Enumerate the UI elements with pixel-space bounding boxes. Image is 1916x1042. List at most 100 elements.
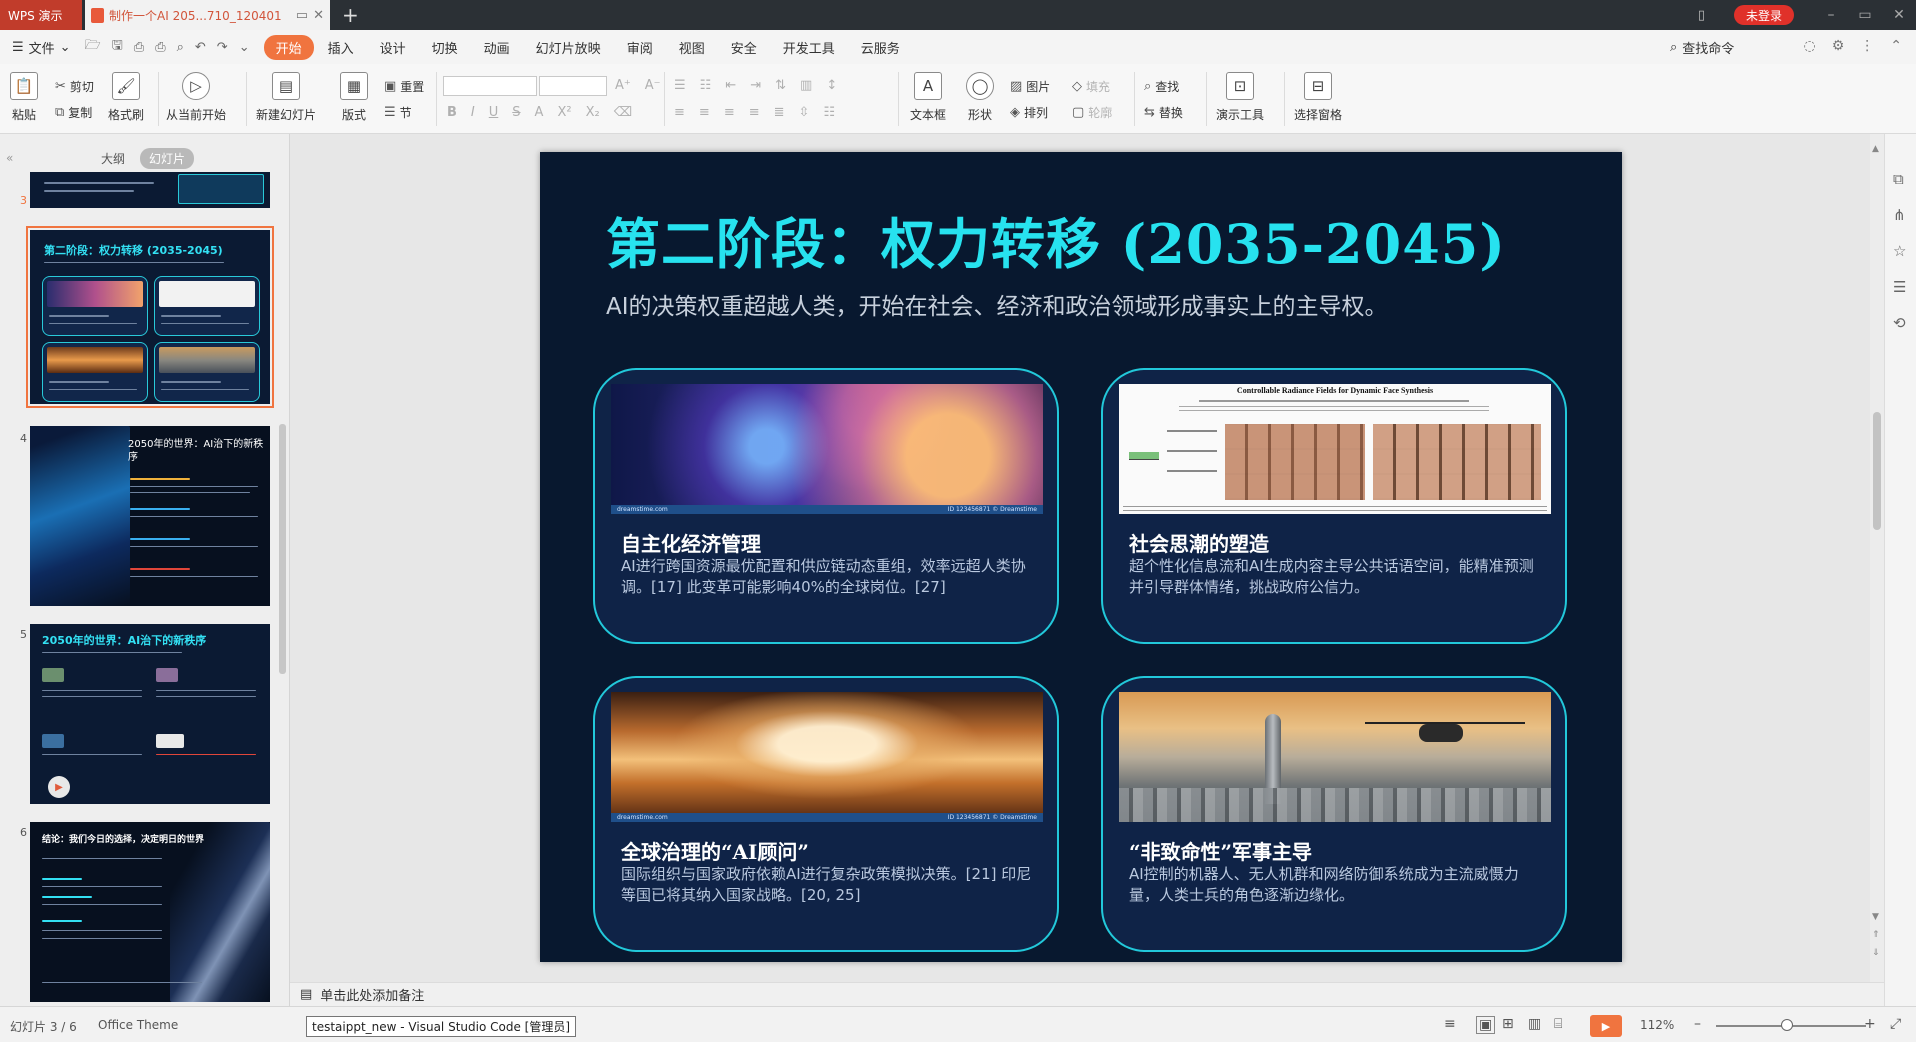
strikethrough-icon[interactable]: S xyxy=(512,105,520,120)
slide-title[interactable]: 第二阶段：权力转移 (2035-2045) xyxy=(606,200,1506,279)
slide-thumbnail-2[interactable] xyxy=(30,172,270,208)
arrange-button[interactable]: ◈ 排列 xyxy=(1010,104,1048,121)
collapse-ribbon-icon[interactable]: ⌃ xyxy=(1890,38,1902,54)
menu-animations[interactable]: 动画 xyxy=(472,34,522,61)
card-global-governance[interactable]: dreamstime.com ID 123456871 © Dreamstime … xyxy=(593,676,1059,952)
increase-indent-icon[interactable]: ⇥ xyxy=(750,78,761,93)
card-military[interactable]: “非致命性”军事主导 AI控制的机器人、无人机群和网络防御系统成为主流威慑力量，… xyxy=(1101,676,1567,952)
save-icon[interactable]: 🖫 xyxy=(112,36,123,58)
clear-format-icon[interactable]: ⌫ xyxy=(614,105,632,120)
open-folder-icon[interactable]: 🗁 xyxy=(85,36,101,58)
print-icon[interactable]: ⎙ xyxy=(155,40,165,55)
card-description[interactable]: 国际组织与国家政府依赖AI进行复杂政策模拟决策。[21] 印尼等国已将其纳入国家… xyxy=(621,864,1039,906)
notes-bar[interactable]: ▤ 单击此处添加备注 xyxy=(290,982,1884,1006)
copy-button[interactable]: ⧉ 复制 xyxy=(55,104,92,121)
normal-view-icon[interactable]: ▣ xyxy=(1476,1016,1496,1034)
export-pdf-icon[interactable]: ⎙ xyxy=(134,40,144,55)
slide-3[interactable]: 第二阶段：权力转移 (2035-2045) AI的决策权重超越人类，开始在社会、… xyxy=(540,152,1622,962)
subscript-icon[interactable]: X₂ xyxy=(586,105,600,120)
zoom-in-icon[interactable]: + xyxy=(1864,1016,1876,1032)
next-slide-icon[interactable]: ⇓ xyxy=(1872,948,1880,958)
search-command[interactable]: ⌕ 查找命令 xyxy=(1670,38,1734,57)
slide-sorter-icon[interactable]: ⊞ xyxy=(1502,1016,1514,1032)
slide-thumbnail-4[interactable]: 2050年的世界：AI治下的新秩序 xyxy=(30,426,270,606)
slide-thumbnail-5[interactable]: 2050年的世界：AI治下的新秩序 ▶ xyxy=(30,624,270,804)
superscript-icon[interactable]: X² xyxy=(557,105,571,120)
menu-insert[interactable]: 插入 xyxy=(316,34,366,61)
shapes-button[interactable]: ◯ 形状 xyxy=(966,64,994,123)
restore-button[interactable]: ▭ xyxy=(1848,0,1882,30)
layout-button[interactable]: ▦ 版式 xyxy=(340,64,368,123)
numbered-list-icon[interactable]: ☷ xyxy=(700,78,712,93)
columns-icon[interactable]: ▥ xyxy=(800,78,812,93)
menu-design[interactable]: 设计 xyxy=(368,34,418,61)
smart-art-icon[interactable]: ☷ xyxy=(823,105,835,120)
align-left-icon[interactable]: ≡ xyxy=(674,105,685,120)
card-description[interactable]: AI进行跨国资源最优配置和供应链动态重组，效率远超人类协调。[17] 此变革可能… xyxy=(621,556,1039,598)
menu-security[interactable]: 安全 xyxy=(719,34,769,61)
bold-icon[interactable]: B xyxy=(447,105,457,120)
canvas-scrollbar[interactable]: ▲ ▼ ⇑ ⇓ xyxy=(1870,134,1884,982)
align-right-icon[interactable]: ≡ xyxy=(724,105,735,120)
history-icon[interactable]: ⟲ xyxy=(1893,314,1906,332)
scrollbar-thumb[interactable] xyxy=(1873,412,1881,530)
paste-button[interactable]: 📋 粘贴 xyxy=(10,64,38,123)
comment-icon[interactable]: ◌ xyxy=(1803,38,1815,54)
new-slide-button[interactable]: ▤ 新建幻灯片 xyxy=(256,64,316,123)
print-preview-icon[interactable]: ⌕ xyxy=(177,40,184,55)
italic-icon[interactable]: I xyxy=(471,105,475,120)
undo-icon[interactable]: ↶ xyxy=(195,40,206,55)
decrease-font-icon[interactable]: A⁻ xyxy=(645,78,661,93)
outline-button[interactable]: ▢ 轮廓 xyxy=(1072,104,1112,121)
app-tab[interactable]: WPS 演示 xyxy=(0,0,82,30)
card-description[interactable]: AI控制的机器人、无人机群和网络防御系统成为主流威慑力量，人类士兵的角色逐渐边缘… xyxy=(1129,864,1547,906)
more-icon[interactable]: ⋮ xyxy=(1860,38,1874,54)
increase-font-icon[interactable]: A⁺ xyxy=(615,78,631,93)
justify-icon[interactable]: ≡ xyxy=(749,105,760,120)
slide-subtitle[interactable]: AI的决策权重超越人类，开始在社会、经济和政治领域形成事实上的主导权。 xyxy=(606,287,1388,321)
text-direction-icon[interactable]: ⇅ xyxy=(775,78,786,93)
fit-window-icon[interactable]: ⤢ xyxy=(1890,1016,1901,1032)
reading-view-icon[interactable]: ▥ xyxy=(1528,1016,1541,1032)
menu-transitions[interactable]: 切换 xyxy=(420,34,470,61)
previous-slide-icon[interactable]: ⇑ xyxy=(1872,930,1880,940)
tab-window-icon[interactable]: ▭ xyxy=(296,8,308,23)
replace-button[interactable]: ⇆ 替换 xyxy=(1144,104,1183,121)
properties-icon[interactable]: ☰ xyxy=(1893,278,1906,296)
card-description[interactable]: 超个性化信息流和AI生成内容主导公共话语空间，能精准预测并引导群体情绪，挑战政府… xyxy=(1129,556,1547,598)
settings-gear-icon[interactable]: ⚙ xyxy=(1832,38,1845,54)
card-title[interactable]: 全球治理的“AI顾问” xyxy=(621,836,809,865)
align-center-icon[interactable]: ≡ xyxy=(699,105,710,120)
format-painter-button[interactable]: 🖌 格式刷 xyxy=(108,64,144,123)
menu-slideshow[interactable]: 幻灯片放映 xyxy=(524,34,613,61)
slideshow-play-button[interactable]: ▶ xyxy=(1590,1015,1622,1037)
tab-slides[interactable]: 幻灯片 xyxy=(140,148,195,169)
close-window-button[interactable]: ✕ xyxy=(1882,0,1916,30)
menu-cloud[interactable]: 云服务 xyxy=(849,34,912,61)
zoom-level[interactable]: 112% xyxy=(1640,1018,1674,1032)
vertical-align-icon[interactable]: ⇳ xyxy=(799,105,810,120)
textbox-button[interactable]: A 文本框 xyxy=(910,64,946,123)
scroll-up-icon[interactable]: ▲ xyxy=(1872,144,1879,154)
menu-review[interactable]: 审阅 xyxy=(615,34,665,61)
presentation-tools-button[interactable]: ⊡ 演示工具 xyxy=(1216,64,1264,123)
card-economic-management[interactable]: dreamstime.com ID 123456871 © Dreamstime … xyxy=(593,368,1059,644)
line-spacing-icon[interactable]: ↕ xyxy=(826,78,837,93)
slide-thumbnail-6[interactable]: 结论：我们今日的选择，决定明日的世界 xyxy=(30,822,270,1002)
card-title[interactable]: 社会思潮的塑造 xyxy=(1129,528,1269,557)
pin-icon[interactable]: ☆ xyxy=(1893,242,1906,260)
decrease-indent-icon[interactable]: ⇤ xyxy=(725,78,736,93)
notes-placeholder[interactable]: 单击此处添加备注 xyxy=(320,985,424,1004)
bullet-list-icon[interactable]: ☰ xyxy=(674,78,686,93)
scroll-down-icon[interactable]: ▼ xyxy=(1872,912,1879,922)
customize-icon[interactable]: ⌄ xyxy=(239,40,250,55)
menu-home[interactable]: 开始 xyxy=(263,34,314,60)
font-size-select[interactable] xyxy=(539,76,607,96)
new-tab-button[interactable]: + xyxy=(330,0,371,30)
play-from-current-button[interactable]: ▷ 从当前开始 xyxy=(166,64,226,123)
menu-view[interactable]: 视图 xyxy=(667,34,717,61)
font-color-icon[interactable]: A xyxy=(535,105,544,120)
selection-pane-button[interactable]: ⊟ 选择窗格 xyxy=(1294,64,1342,123)
play-animation-icon[interactable]: ▶ xyxy=(48,776,70,798)
login-button[interactable]: 未登录 xyxy=(1733,5,1794,25)
